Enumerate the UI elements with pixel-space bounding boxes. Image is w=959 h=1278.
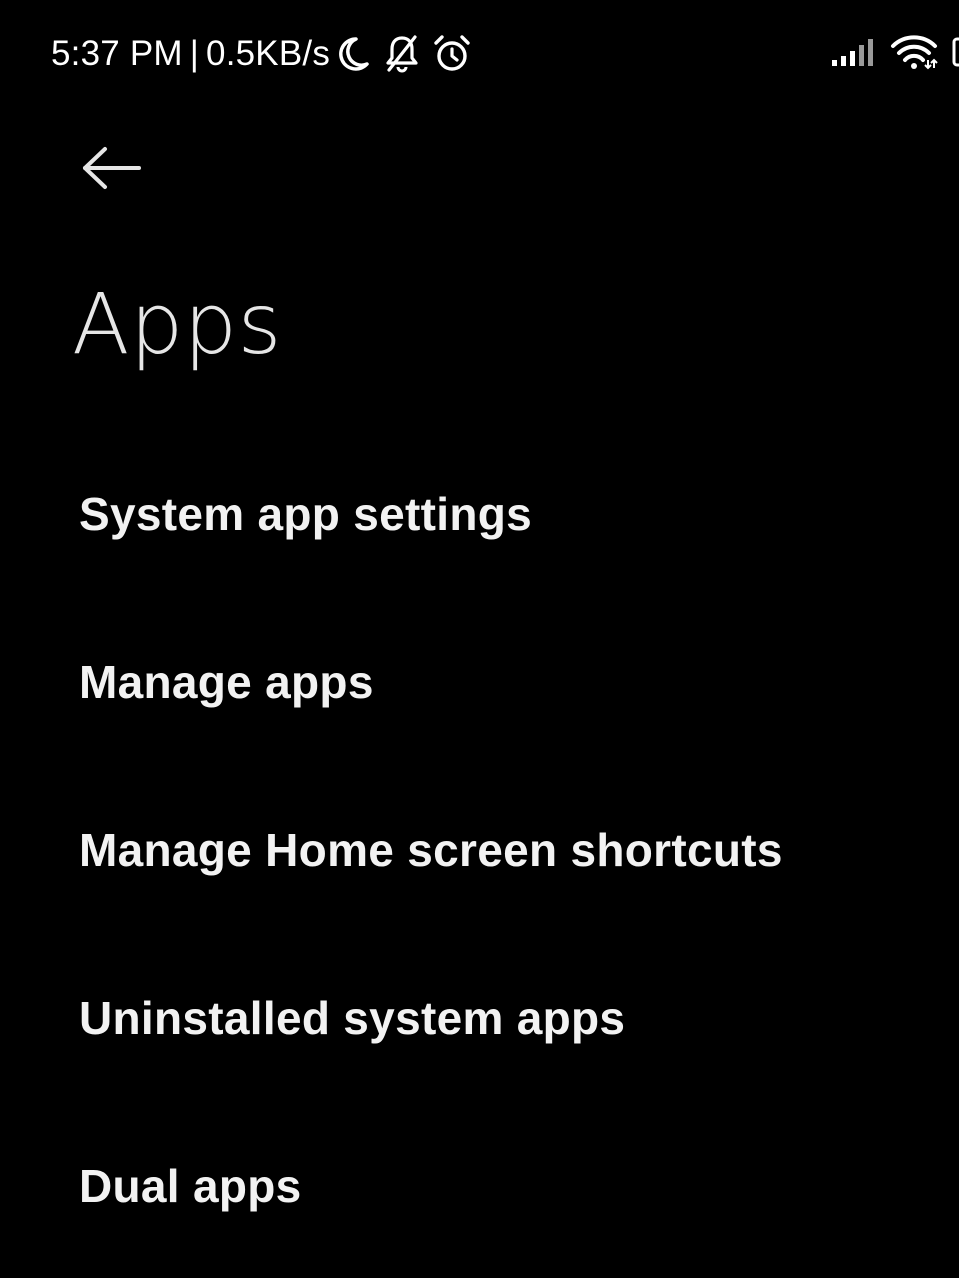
menu-item-label: Uninstalled system apps (79, 992, 626, 1044)
arrow-left-icon (83, 147, 141, 189)
status-separator: | (189, 34, 200, 73)
menu-item-manage-home-screen-shortcuts[interactable]: Manage Home screen shortcuts (0, 766, 959, 934)
bell-off-icon (384, 34, 420, 74)
menu-item-label: Manage Home screen shortcuts (79, 824, 783, 876)
menu-list: System app settings Manage apps Manage H… (0, 430, 959, 1270)
signal-icon (830, 36, 878, 73)
status-right (830, 34, 959, 74)
network-speed: 0.5KB/s (206, 34, 331, 73)
status-time: 5:37 PM (51, 34, 183, 73)
moon-icon (336, 34, 370, 74)
back-button[interactable] (70, 134, 154, 202)
status-left: 5:37 PM | 0.5KB/s (51, 32, 472, 76)
status-bar: 5:37 PM | 0.5KB/s (0, 0, 959, 106)
menu-item-system-app-settings[interactable]: System app settings (0, 430, 959, 598)
menu-item-manage-apps[interactable]: Manage apps (0, 598, 959, 766)
alarm-icon (432, 34, 472, 74)
menu-item-uninstalled-system-apps[interactable]: Uninstalled system apps (0, 934, 959, 1102)
menu-item-label: Manage apps (79, 656, 374, 708)
menu-item-label: System app settings (79, 488, 533, 540)
wifi-icon (890, 34, 938, 75)
page-title: Apps (72, 275, 282, 373)
menu-item-label: Dual apps (79, 1160, 302, 1212)
menu-item-dual-apps[interactable]: Dual apps (0, 1102, 959, 1270)
battery-icon (952, 37, 959, 72)
